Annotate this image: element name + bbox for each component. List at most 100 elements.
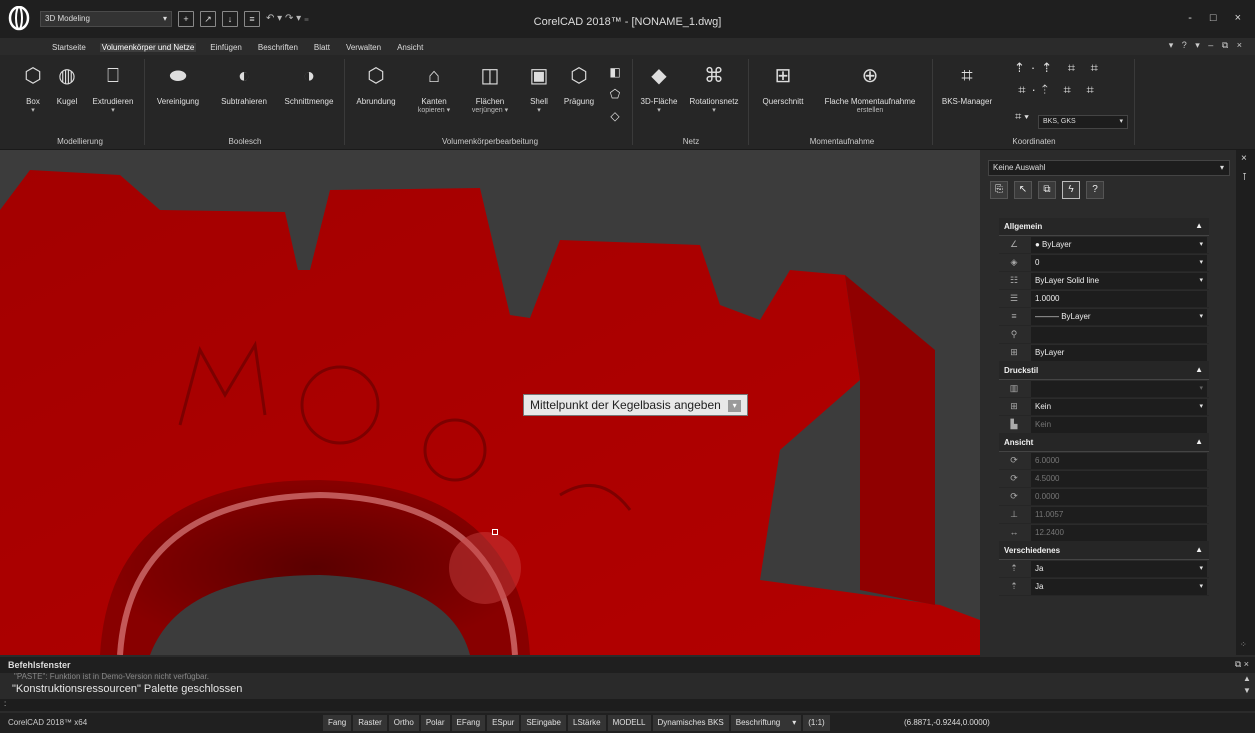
abrundung-button[interactable]: ⬡ Abrundung [352,65,400,106]
toggle-efang[interactable]: EFang [451,715,486,731]
section-ansicht[interactable]: Ansicht ▲ [999,434,1209,452]
command-window-controls[interactable]: ⧉ × [1235,659,1249,670]
pin-icon[interactable]: ⊺ [1242,172,1247,183]
chevron-down-icon: ▾ [1199,403,1203,410]
3d-flaeche-button[interactable]: ◆ 3D-Fläche ▾ [636,65,682,115]
maximize-button[interactable]: □ [1210,12,1217,24]
bks-manager-button[interactable]: ⌗ BKS-Manager [936,65,998,106]
toggle-dynamisches-bks[interactable]: Dynamisches BKS [652,715,729,731]
toggle-raster[interactable]: Raster [353,715,387,731]
tab-beschriften[interactable]: Beschriften [256,43,300,52]
prop-width[interactable]: ↔ 12.2400 [999,524,1209,542]
toggle-espur[interactable]: ESpur [487,715,520,731]
prop-plotstyle[interactable]: ▥ ▾ [999,380,1209,398]
prop-value[interactable]: 0 [1031,255,1207,271]
prop-value[interactable]: ByLayer [1031,345,1207,361]
toggle-ortho[interactable]: Ortho [388,715,419,731]
tab-volumenkoerper[interactable]: Volumenkörper und Netze [99,43,197,52]
annotation-dropdown[interactable]: Beschriftung ▾ [730,715,802,731]
command-scrollbar[interactable]: ▲ ▼ [1241,673,1253,699]
close-icon[interactable]: × [1241,153,1247,164]
command-input[interactable]: : [0,699,1255,711]
flache-momentaufnahme-button[interactable]: ⊕ Flache Momentaufnahme erstellen [814,65,926,115]
prop-value[interactable]: Ja [1031,579,1207,595]
lineweight-icon: ≡ [1011,311,1017,321]
prop-center-z[interactable]: ⟳ 0.0000 [999,488,1209,506]
praegung-button[interactable]: ⬡ Prägung [560,65,598,106]
select-objects-icon[interactable]: ↖ [1014,181,1032,199]
close-button[interactable]: × [1235,12,1241,24]
prop-linetype[interactable]: ☷ ByLayer Solid line ▾ [999,272,1209,290]
ucs-view-icon[interactable]: ⌗ ▾ [1008,112,1036,123]
rotationsnetz-button[interactable]: ⌘ Rotationsnetz ▾ [684,65,744,115]
minimize-button[interactable]: - [1188,12,1192,24]
prop-lineweight[interactable]: ≡ ——— ByLayer ▾ [999,308,1209,326]
extrudieren-button[interactable]: ⎕ Extrudieren ▾ [86,65,140,115]
flaechen-verjuengen-button[interactable]: ◫ Flächen verjüngen ▾ [462,65,518,115]
shell-button[interactable]: ▣ Shell ▾ [524,65,554,115]
prop-hyperlink[interactable]: ⚲ [999,326,1209,344]
tab-ansicht[interactable]: Ansicht [395,43,425,52]
filter-icon[interactable]: ϟ [1062,181,1080,199]
selection-dropdown[interactable]: Keine Auswahl ▾ [988,160,1230,176]
tab-verwalten[interactable]: Verwalten [344,43,383,52]
toggle-modell[interactable]: MODELL [607,715,651,731]
window-controls: - □ × [1188,12,1241,24]
prop-value[interactable]: ——— ByLayer [1031,309,1207,325]
section-allgemein[interactable]: Allgemein ▲ [999,218,1209,236]
revolved-mesh-icon: ⌘ [704,65,724,87]
quick-select-icon[interactable]: ⧉ [1038,181,1056,199]
prop-layer[interactable]: ◈ 0 ▾ [999,254,1209,272]
querschnitt-button[interactable]: ⊞ Querschnitt [754,65,812,106]
schnittmenge-button[interactable]: ◑ Schnittmenge [280,65,338,106]
prop-value[interactable] [1031,327,1207,343]
toggle-polar[interactable]: Polar [420,715,450,731]
prop-center-y[interactable]: ⟳ 4.5000 [999,470,1209,488]
bks-manager-label: BKS-Manager [941,97,993,106]
ucs-tool-buttons[interactable]: ⇡·⇡ ⌗ ⌗ ⌗·⇡ ⌗ ⌗ [1004,57,1114,101]
box-label: Box [26,97,40,106]
toggle-fang[interactable]: Fang [323,715,352,731]
ribbon: ⬡ Box ▾ ◍ Kugel ⎕ Extrudieren ▾ Modellie… [0,55,1255,150]
tab-blatt[interactable]: Blatt [312,43,332,52]
tab-startseite[interactable]: Startseite [50,43,88,52]
ucs-select[interactable]: BKS, GKS ▾ [1038,115,1128,129]
chevron-down-icon[interactable]: ▾ [728,399,742,412]
help-controls[interactable]: ▾ ? ▾ – ⧉ × [1169,40,1245,51]
ucs-origin-icon: ⇡ [1010,581,1018,591]
prop-height[interactable]: ⊥ 11.0057 [999,506,1209,524]
prop-material[interactable]: ⊞ ByLayer [999,344,1209,362]
prop-value[interactable]: 1.0000 [1031,291,1207,307]
kugel-button[interactable]: ◍ Kugel [52,65,82,106]
solid-edit-small-buttons[interactable]: ◧ ⬠ ◇ [604,61,626,127]
prop-value[interactable]: ByLayer Solid line [1031,273,1207,289]
prop-value[interactable]: Kein [1031,399,1207,415]
toggle-seingabe[interactable]: SEingabe [521,715,567,731]
properties-toolbar: ⎘ ↖ ⧉ ϟ ? [990,181,1104,199]
drawing-viewport[interactable] [0,150,980,655]
prop-ucs-icon-on[interactable]: ⇡ Ja ▾ [999,560,1209,578]
prop-value[interactable] [1031,381,1207,397]
prop-linescale[interactable]: ☰ 1.0000 [999,290,1209,308]
annotation-scale[interactable]: (1:1) [803,715,830,731]
section-verschiedenes[interactable]: Verschiedenes ▲ [999,542,1209,560]
grip-icon[interactable]: ⁘ [1240,640,1247,649]
prop-plot-attached[interactable]: ▙ Kein [999,416,1209,434]
prop-ucs-at-origin[interactable]: ⇡ Ja ▾ [999,578,1209,596]
box-button[interactable]: ⬡ Box ▾ [20,65,46,115]
prop-color[interactable]: ∠ ● ByLayer ▾ [999,236,1209,254]
toggle-pickadd-icon[interactable]: ⎘ [990,181,1008,199]
prop-center-x[interactable]: ⟳ 6.0000 [999,452,1209,470]
prop-plotstyle-table[interactable]: ⊞ Kein ▾ [999,398,1209,416]
help-icon[interactable]: ? [1086,181,1104,199]
section-druckstil[interactable]: Druckstil ▲ [999,362,1209,380]
prop-value[interactable]: ● ByLayer [1031,237,1207,253]
subtrahieren-label: Subtrahieren [221,97,267,106]
tab-einfuegen[interactable]: Einfügen [208,43,244,52]
toggle-lstaerke[interactable]: LStärke [568,715,606,731]
prop-value[interactable]: Ja [1031,561,1207,577]
vereinigung-button[interactable]: ⬬ Vereinigung [148,65,208,106]
subtrahieren-button[interactable]: ◐ Subtrahieren [212,65,276,106]
separate-icon: ◧ [609,65,621,79]
kanten-kopieren-button[interactable]: ⌂ Kanten kopieren ▾ [410,65,458,115]
